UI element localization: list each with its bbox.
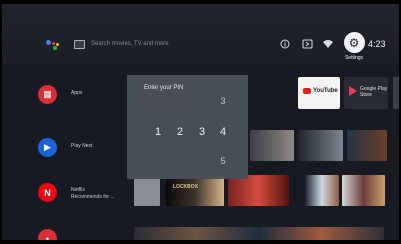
- pin-digit[interactable]: 2: [173, 126, 187, 138]
- row-label: Netflix Recommends for ...: [71, 187, 115, 200]
- netflix-icon[interactable]: N: [38, 183, 57, 202]
- pin-digit[interactable]: 3: [195, 126, 209, 138]
- wifi-icon[interactable]: [322, 38, 334, 50]
- pin-digit-above[interactable]: 3: [216, 96, 230, 106]
- android-tv-home: Search movies, TV and more ⚙ Settings 4:…: [2, 4, 399, 240]
- netflix-poster[interactable]: [342, 175, 385, 206]
- youtube-label: YouTube: [313, 88, 338, 94]
- netflix-row: N Netflix Recommends for ... LOCKBOX: [2, 175, 399, 217]
- settings-label: Settings: [344, 55, 364, 61]
- assistant-icon[interactable]: [46, 40, 60, 50]
- pin-digit-selected[interactable]: 4: [216, 126, 230, 138]
- netflix-poster[interactable]: [134, 175, 160, 206]
- netflix-poster[interactable]: LOCKBOX: [166, 175, 224, 206]
- app-icon[interactable]: •: [38, 229, 57, 240]
- play-next-poster[interactable]: [347, 130, 387, 161]
- play-store-tile[interactable]: Google Play Store: [344, 77, 388, 109]
- search-placeholder: Search movies, TV and more: [91, 41, 169, 47]
- settings-button[interactable]: ⚙ Settings: [342, 32, 366, 70]
- dialog-title: Enter your PIN: [144, 85, 184, 91]
- clock: 4:23: [368, 39, 386, 49]
- play-next-icon[interactable]: ▶: [38, 138, 57, 157]
- search-icon: [74, 39, 85, 49]
- bottom-row: •: [2, 225, 399, 240]
- play-next-poster[interactable]: [250, 130, 294, 161]
- tv-screen: Search movies, TV and more ⚙ Settings 4:…: [0, 0, 401, 244]
- input-icon[interactable]: [301, 38, 313, 50]
- apps-icon[interactable]: ▦: [38, 85, 57, 104]
- play-store-label: Google Play Store: [360, 86, 388, 98]
- search-input[interactable]: Search movies, TV and more: [74, 37, 224, 51]
- gear-icon: ⚙: [343, 32, 365, 53]
- info-icon[interactable]: [279, 38, 291, 50]
- pin-dialog: Enter your PIN 3 1 2 3 4 5: [127, 75, 248, 179]
- top-bar: Search movies, TV and more ⚙ Settings 4:…: [2, 4, 399, 64]
- bottom-poster[interactable]: [134, 227, 384, 240]
- pin-digit-below[interactable]: 5: [216, 156, 230, 166]
- poster-title: LOCKBOX: [173, 184, 198, 190]
- pin-digit[interactable]: 1: [151, 126, 165, 138]
- netflix-poster[interactable]: [228, 175, 289, 206]
- youtube-tile[interactable]: YouTube: [298, 77, 340, 109]
- play-next-poster[interactable]: [298, 130, 343, 161]
- netflix-poster[interactable]: [305, 175, 339, 206]
- add-app-tile[interactable]: +: [393, 77, 399, 109]
